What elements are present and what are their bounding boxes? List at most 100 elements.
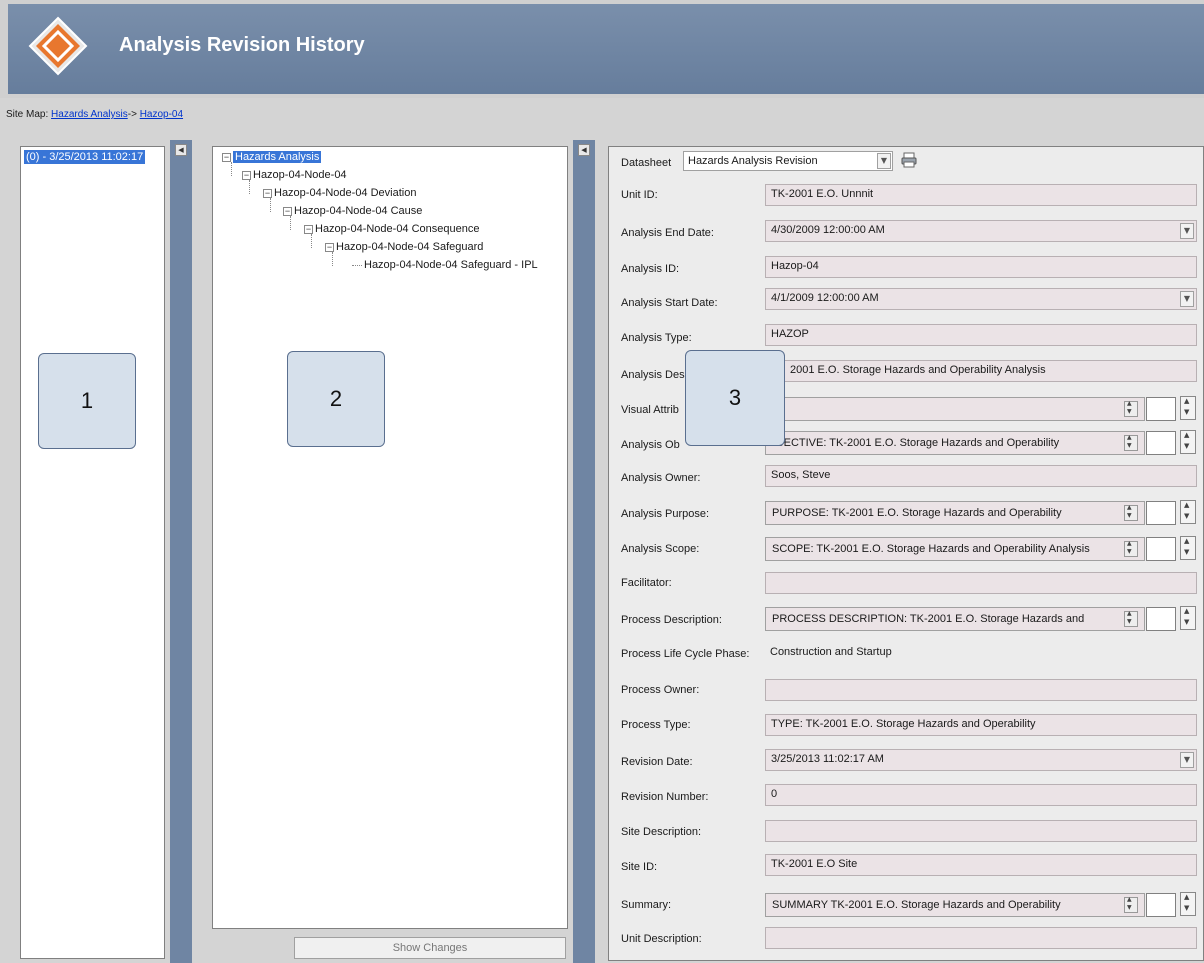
tree-node-label: Hazop-04-Node-04 Safeguard bbox=[336, 241, 484, 253]
tree-node-ipl[interactable]: Hazop-04-Node-04 Safeguard - IPL bbox=[364, 259, 538, 271]
memo-expand-box[interactable] bbox=[1146, 607, 1176, 631]
left-splitter[interactable] bbox=[170, 140, 192, 963]
field-label-end-date: Analysis End Date: bbox=[621, 227, 714, 239]
field-label-process-description: Process Description: bbox=[621, 614, 722, 626]
field-label-start-date: Analysis Start Date: bbox=[621, 297, 718, 309]
collapse-node-icon[interactable]: − bbox=[263, 188, 272, 198]
tree-connector bbox=[231, 162, 232, 176]
field-label-process-owner: Process Owner: bbox=[621, 684, 700, 696]
field-label-visual-attributes: Visual Attrib bbox=[621, 404, 679, 416]
spinner-icon[interactable] bbox=[1180, 892, 1196, 916]
field-label-unit-description: Unit Description: bbox=[621, 933, 702, 945]
revision-list-item[interactable]: (0) - 3/25/2013 11:02:17 bbox=[24, 150, 146, 164]
tree-node-deviation[interactable]: − Hazop-04-Node-04 Deviation bbox=[263, 187, 416, 199]
spinner-icon[interactable] bbox=[1180, 500, 1196, 524]
tree-connector bbox=[332, 252, 333, 266]
spinner-icon[interactable] bbox=[1180, 536, 1196, 560]
callout-2: 2 bbox=[287, 351, 385, 447]
field-label-life-cycle-phase: Process Life Cycle Phase: bbox=[621, 648, 750, 660]
memo-expand-box[interactable] bbox=[1146, 893, 1176, 917]
field-label-analysis-description: Analysis Des bbox=[621, 369, 685, 381]
field-label-site-description: Site Description: bbox=[621, 826, 702, 838]
memo-scroll-icon[interactable] bbox=[1124, 434, 1138, 451]
visual-attributes-field[interactable] bbox=[765, 397, 1145, 421]
field-label-analysis-objective: Analysis Ob bbox=[621, 439, 680, 451]
site-id-field[interactable]: TK-2001 E.O Site bbox=[765, 854, 1197, 876]
chevron-down-icon[interactable]: ▼ bbox=[877, 153, 891, 169]
analysis-start-date-field[interactable]: 4/1/2009 12:00:00 AM bbox=[765, 288, 1197, 310]
field-label-analysis-purpose: Analysis Purpose: bbox=[621, 508, 710, 520]
memo-expand-box[interactable] bbox=[1146, 397, 1176, 421]
header-banner: Analysis Revision History bbox=[8, 4, 1204, 94]
datasheet-select[interactable]: Hazards Analysis Revision bbox=[683, 151, 893, 171]
collapse-node-icon[interactable]: − bbox=[304, 224, 313, 234]
breadcrumb-link-hazop[interactable]: Hazop-04 bbox=[140, 109, 183, 120]
collapse-left-button[interactable]: ◀ bbox=[175, 144, 187, 156]
analysis-type-field[interactable]: HAZOP bbox=[765, 324, 1197, 346]
analysis-scope-field[interactable]: SCOPE: TK-2001 E.O. Storage Hazards and … bbox=[765, 537, 1145, 561]
tree-connector bbox=[311, 234, 312, 248]
breadcrumb-link-hazards-analysis[interactable]: Hazards Analysis bbox=[51, 109, 128, 120]
spinner-icon[interactable] bbox=[1180, 430, 1196, 454]
tree-node-safeguard[interactable]: − Hazop-04-Node-04 Safeguard bbox=[325, 241, 483, 253]
tree-node-label: Hazop-04-Node-04 Safeguard - IPL bbox=[364, 259, 538, 271]
analysis-scope-text: SCOPE: TK-2001 E.O. Storage Hazards and … bbox=[772, 543, 1090, 555]
summary-field[interactable]: SUMMARY TK-2001 E.O. Storage Hazards and… bbox=[765, 893, 1145, 917]
process-owner-field[interactable] bbox=[765, 679, 1197, 701]
revision-number-field[interactable]: 0 bbox=[765, 784, 1197, 806]
facilitator-field[interactable] bbox=[765, 572, 1197, 594]
field-label-unit-id: Unit ID: bbox=[621, 189, 658, 201]
process-description-field[interactable]: PROCESS DESCRIPTION: TK-2001 E.O. Storag… bbox=[765, 607, 1145, 631]
spinner-icon[interactable] bbox=[1180, 396, 1196, 420]
unit-id-field[interactable]: TK-2001 E.O. Unnnit bbox=[765, 184, 1197, 206]
analysis-purpose-field[interactable]: PURPOSE: TK-2001 E.O. Storage Hazards an… bbox=[765, 501, 1145, 525]
callout-1: 1 bbox=[38, 353, 136, 449]
middle-splitter[interactable] bbox=[573, 140, 595, 963]
analysis-owner-field[interactable]: Soos, Steve bbox=[765, 465, 1197, 487]
memo-scroll-icon[interactable] bbox=[1124, 540, 1138, 557]
analysis-description-field[interactable]: 2001 E.O. Storage Hazards and Operabilit… bbox=[765, 360, 1197, 382]
memo-scroll-icon[interactable] bbox=[1124, 896, 1138, 913]
show-changes-button[interactable]: Show Changes bbox=[294, 937, 566, 959]
process-description-text: PROCESS DESCRIPTION: TK-2001 E.O. Storag… bbox=[772, 613, 1085, 625]
summary-text: SUMMARY TK-2001 E.O. Storage Hazards and… bbox=[772, 899, 1061, 911]
memo-scroll-icon[interactable] bbox=[1124, 400, 1138, 417]
chevron-down-icon[interactable]: ▼ bbox=[1180, 291, 1194, 307]
tree-node-label: Hazop-04-Node-04 Consequence bbox=[315, 223, 480, 235]
printer-icon[interactable] bbox=[900, 151, 918, 169]
chevron-down-icon[interactable]: ▼ bbox=[1180, 223, 1194, 239]
analysis-objective-field[interactable]: 3JECTIVE: TK-2001 E.O. Storage Hazards a… bbox=[765, 431, 1145, 455]
tree-node-root[interactable]: − Hazards Analysis bbox=[222, 151, 322, 163]
field-label-process-type: Process Type: bbox=[621, 719, 691, 731]
memo-expand-box[interactable] bbox=[1146, 431, 1176, 455]
revision-date-field[interactable]: 3/25/2013 11:02:17 AM bbox=[765, 749, 1197, 771]
field-label-revision-date: Revision Date: bbox=[621, 756, 693, 768]
tree-connector bbox=[352, 265, 362, 266]
collapse-node-icon[interactable]: − bbox=[325, 242, 334, 252]
collapse-middle-button[interactable]: ◀ bbox=[578, 144, 590, 156]
process-life-cycle-phase-field[interactable]: Construction and Startup bbox=[765, 643, 1197, 665]
collapse-node-icon[interactable]: − bbox=[222, 152, 231, 162]
process-type-field[interactable]: TYPE: TK-2001 E.O. Storage Hazards and O… bbox=[765, 714, 1197, 736]
datasheet-label: Datasheet bbox=[621, 157, 672, 169]
page-title: Analysis Revision History bbox=[119, 34, 365, 56]
site-description-field[interactable] bbox=[765, 820, 1197, 842]
memo-scroll-icon[interactable] bbox=[1124, 504, 1138, 521]
tree-node-consequence[interactable]: − Hazop-04-Node-04 Consequence bbox=[304, 223, 480, 235]
analysis-id-field[interactable]: Hazop-04 bbox=[765, 256, 1197, 278]
app-logo-icon bbox=[28, 16, 88, 76]
memo-scroll-icon[interactable] bbox=[1124, 610, 1138, 627]
collapse-node-icon[interactable]: − bbox=[283, 206, 292, 216]
tree-node-node[interactable]: − Hazop-04-Node-04 bbox=[242, 169, 347, 181]
chevron-down-icon[interactable]: ▼ bbox=[1180, 752, 1194, 768]
breadcrumb-separator: -> bbox=[127, 109, 140, 120]
field-label-analysis-id: Analysis ID: bbox=[621, 263, 680, 275]
collapse-node-icon[interactable]: − bbox=[242, 170, 251, 180]
spinner-icon[interactable] bbox=[1180, 606, 1196, 630]
memo-expand-box[interactable] bbox=[1146, 537, 1176, 561]
tree-node-cause[interactable]: − Hazop-04-Node-04 Cause bbox=[283, 205, 422, 217]
tree-node-label: Hazop-04-Node-04 bbox=[253, 169, 347, 181]
unit-description-field[interactable] bbox=[765, 927, 1197, 949]
analysis-end-date-field[interactable]: 4/30/2009 12:00:00 AM bbox=[765, 220, 1197, 242]
memo-expand-box[interactable] bbox=[1146, 501, 1176, 525]
